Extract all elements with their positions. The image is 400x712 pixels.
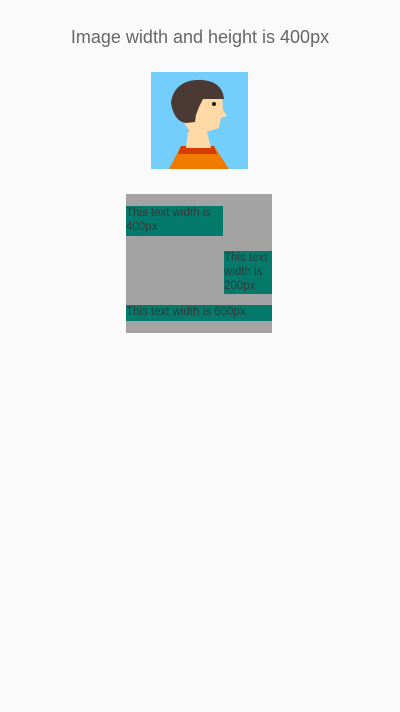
person-avatar-icon [151, 72, 248, 169]
text-container: This text width is 400px This text width… [126, 194, 272, 333]
text-block-600: This text width is 600px [126, 305, 272, 321]
text-block-400: This text width is 400px [126, 206, 223, 236]
page-title: Image width and height is 400px [70, 27, 330, 47]
avatar-image [151, 72, 248, 169]
text-block-200: This text width is 200px [224, 251, 272, 294]
